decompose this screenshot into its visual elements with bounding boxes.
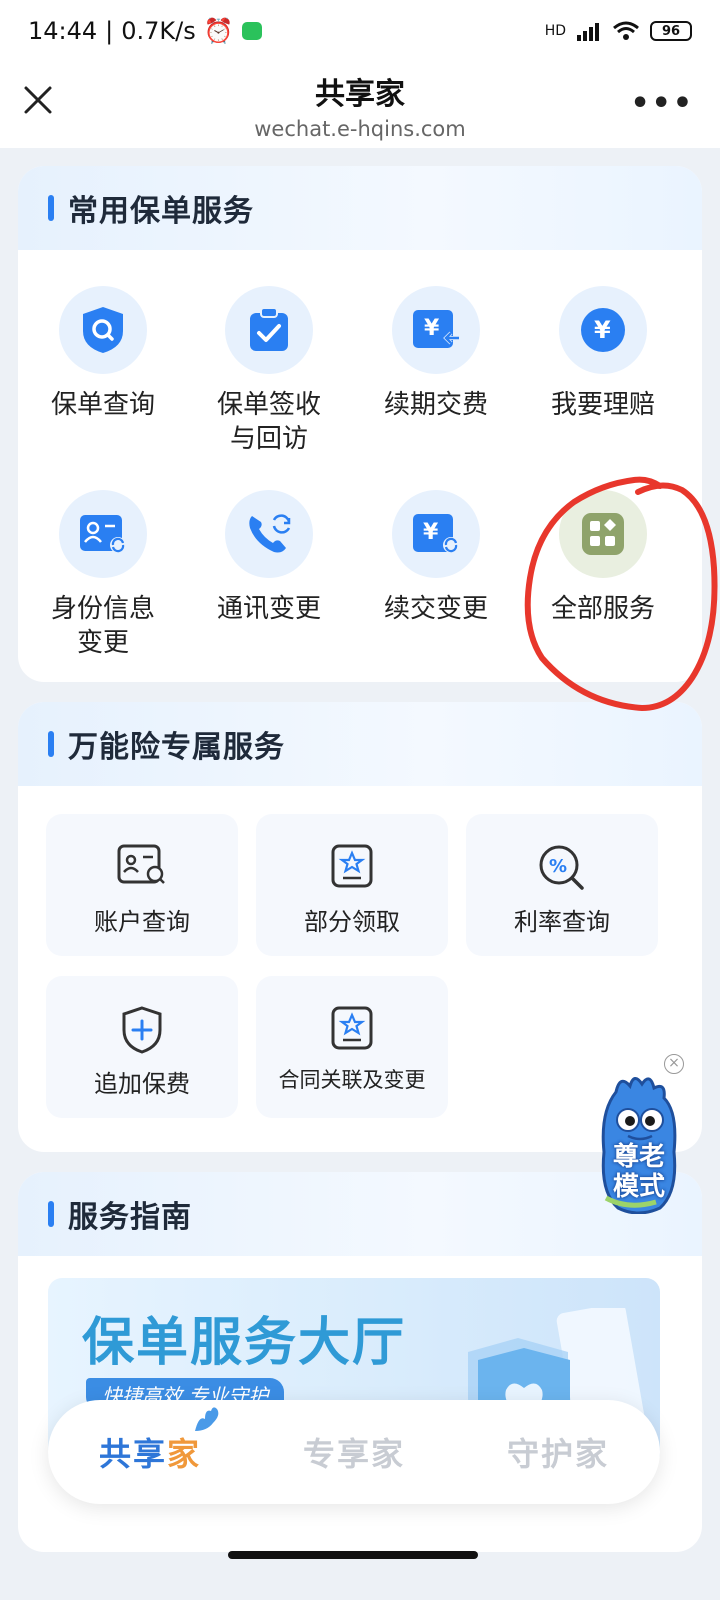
status-separator: | <box>105 17 114 45</box>
page-title: 共享家 <box>314 77 405 112</box>
badge-star-icon <box>256 1006 448 1050</box>
tab-label: 专享家 <box>302 1435 405 1473</box>
service-label: 保单查询 <box>50 390 155 420</box>
svg-text:¥: ¥ <box>423 520 439 545</box>
card-header: 万能险专属服务 <box>18 702 702 786</box>
tile-label: 账户查询 <box>94 908 190 936</box>
section-title: 常用保单服务 <box>68 194 254 229</box>
tile-label: 追加保费 <box>94 1070 190 1098</box>
svg-text:%: % <box>549 856 567 877</box>
close-icon[interactable] <box>22 84 54 116</box>
yen-circle-icon: ¥ <box>559 286 647 374</box>
section-title: 服务指南 <box>68 1200 192 1235</box>
shield-plus-icon <box>46 1006 238 1054</box>
section-title: 万能险专属服务 <box>68 730 285 765</box>
tab-label-accent: 家 <box>167 1435 202 1473</box>
page-url: wechat.e-hqins.com <box>254 117 466 141</box>
service-label: 身份信息 变更 <box>50 594 155 658</box>
alarm-icon: ⏰ <box>203 17 234 45</box>
nav-bar: 共享家 wechat.e-hqins.com ••• <box>0 62 720 148</box>
tile-rate-query[interactable]: % 利率查询 <box>466 814 658 956</box>
account-search-icon <box>46 844 238 888</box>
service-label: 续交变更 <box>383 594 488 624</box>
home-indicator[interactable] <box>228 1551 478 1559</box>
tile-label: 利率查询 <box>514 908 610 936</box>
elder-close-icon[interactable]: × <box>664 1054 684 1074</box>
service-label: 保单签收 与回访 <box>216 390 321 454</box>
common-services-card: 常用保单服务 保单查询 保单签收 与回访 ¥ 续期交费 ¥ 我要理赔 身份信息 … <box>18 166 702 682</box>
tile-label: 部分领取 <box>304 908 400 936</box>
tab-label: 共享 <box>98 1435 167 1473</box>
service-policy-sign[interactable]: 保单签收 与回访 <box>184 286 354 456</box>
more-menu-icon[interactable]: ••• <box>630 86 694 121</box>
service-identity-change[interactable]: 身份信息 变更 <box>18 490 188 660</box>
service-label: 我要理赔 <box>550 390 655 420</box>
splash-icon <box>194 1407 219 1431</box>
battery-indicator: 96 <box>650 21 692 41</box>
id-card-refresh-icon <box>59 490 147 578</box>
status-time: 14:44 <box>28 17 98 45</box>
wechat-icon <box>241 22 262 40</box>
network-label: HD <box>544 23 566 39</box>
tile-label: 合同关联及变更 <box>278 1068 426 1092</box>
banner-title: 保单服务大厅 <box>82 1313 407 1373</box>
bottom-tab-bar: 共享家 专享家 守护家 <box>48 1400 660 1504</box>
service-renewal-payment[interactable]: ¥ 续期交费 <box>351 286 521 422</box>
tab-share-home[interactable]: 共享家 <box>98 1407 219 1475</box>
service-label: 全部服务 <box>550 594 655 624</box>
section-marker <box>48 1201 54 1227</box>
phone-refresh-icon <box>225 490 313 578</box>
elder-label-line2: 模式 <box>612 1172 665 1202</box>
percent-search-icon: % <box>466 844 658 890</box>
section-marker <box>48 731 54 757</box>
card-header: 常用保单服务 <box>18 166 702 250</box>
tab-guardian-home[interactable]: 守护家 <box>507 1429 609 1475</box>
tab-exclusive-home[interactable]: 专享家 <box>303 1429 405 1475</box>
elder-label-line1: 尊老 <box>612 1142 665 1172</box>
svg-text:¥: ¥ <box>594 316 611 344</box>
tile-partial-withdrawal[interactable]: 部分领取 <box>256 814 448 956</box>
yen-card-icon: ¥ <box>392 286 480 374</box>
tile-contract-link-change[interactable]: 合同关联及变更 <box>256 976 448 1118</box>
clipboard-check-icon <box>225 286 313 374</box>
service-policy-query[interactable]: 保单查询 <box>18 286 188 422</box>
section-marker <box>48 195 54 221</box>
tab-label: 守护家 <box>506 1435 609 1473</box>
service-label: 通讯变更 <box>216 594 321 624</box>
tile-additional-premium[interactable]: 追加保费 <box>46 976 238 1118</box>
service-label: 续期交费 <box>383 390 488 420</box>
wifi-icon <box>613 21 639 40</box>
shield-search-icon <box>59 286 147 374</box>
status-bar: 14:44 | 0.7K/s ⏰ HD 96 <box>0 0 720 62</box>
service-all[interactable]: 全部服务 <box>518 490 688 626</box>
tile-account-query[interactable]: 账户查询 <box>46 814 238 956</box>
svg-text:¥: ¥ <box>424 316 440 341</box>
elder-mode-label: 尊老 模式 <box>598 1142 680 1202</box>
grid-apps-icon <box>559 490 647 578</box>
service-renewal-change[interactable]: ¥ 续交变更 <box>351 490 521 626</box>
service-contact-change[interactable]: 通讯变更 <box>184 490 354 626</box>
elder-mode-button[interactable]: 尊老 模式 <box>598 1072 680 1214</box>
status-speed: 0.7K/s <box>121 17 196 45</box>
yen-refresh-icon: ¥ <box>392 490 480 578</box>
badge-star-icon <box>256 844 448 888</box>
signal-icon <box>577 23 599 41</box>
service-claim[interactable]: ¥ 我要理赔 <box>518 286 688 422</box>
